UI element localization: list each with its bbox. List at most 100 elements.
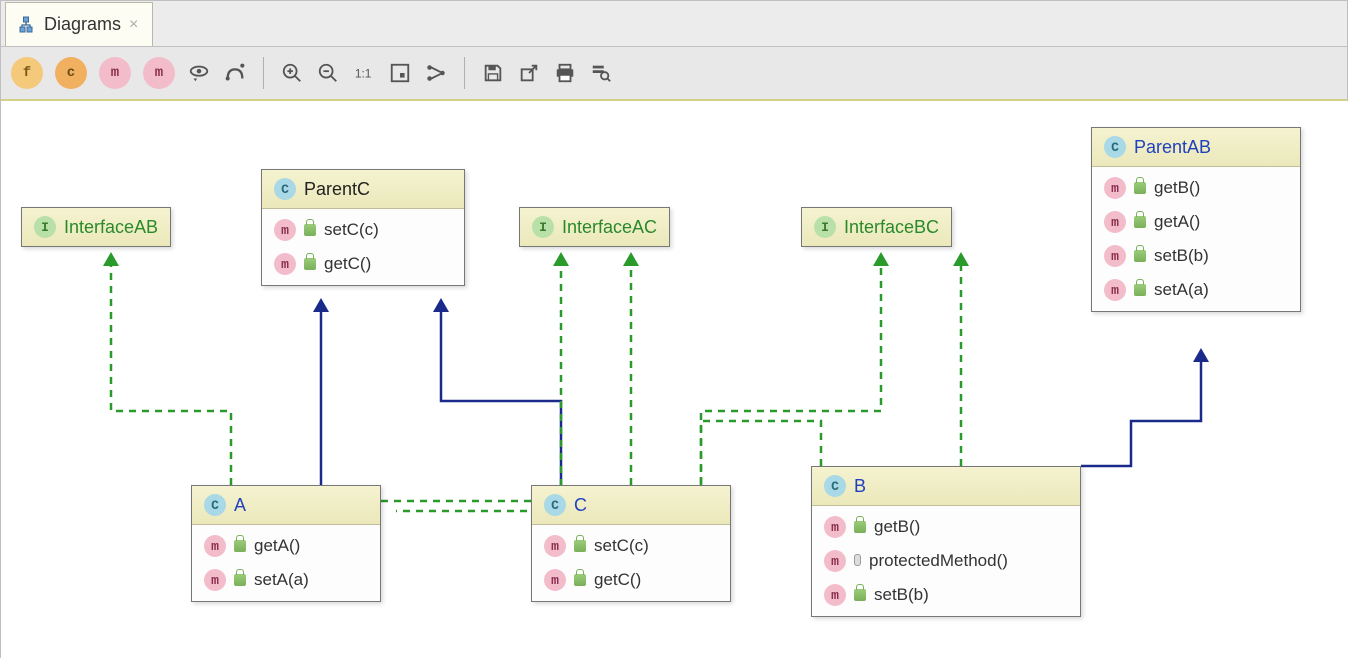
method-icon: m xyxy=(824,584,846,606)
interface-icon: I xyxy=(34,216,56,238)
method-icon: m xyxy=(274,219,296,241)
member-row: m setA(a) xyxy=(1092,273,1300,307)
member-row: m getB() xyxy=(812,510,1080,544)
public-icon xyxy=(574,574,586,586)
member-row: msetB(b) xyxy=(1092,239,1300,273)
member-row: m protectedMethod() xyxy=(812,544,1080,578)
node-title: InterfaceAC xyxy=(562,217,657,238)
node-interfaceac[interactable]: I InterfaceAC xyxy=(519,207,670,247)
member-label: getB() xyxy=(1154,178,1200,198)
method-icon: m xyxy=(274,253,296,275)
class-icon: C xyxy=(1104,136,1126,158)
method-icon: m xyxy=(824,550,846,572)
public-icon xyxy=(1134,182,1146,194)
save-icon[interactable] xyxy=(481,61,505,85)
actual-size-icon[interactable]: 1:1 xyxy=(352,61,376,85)
tab-label: Diagrams xyxy=(44,14,121,35)
member-label: getA() xyxy=(1154,212,1200,232)
zoom-out-icon[interactable] xyxy=(316,61,340,85)
member-label: getC() xyxy=(594,570,641,590)
member-label: setA(a) xyxy=(1154,280,1209,300)
class-icon: C xyxy=(274,178,296,200)
node-interfacebc[interactable]: I InterfaceBC xyxy=(801,207,952,247)
member-row: m setA(a) xyxy=(192,563,380,597)
tab-bar: Diagrams × xyxy=(1,1,1347,47)
member-label: setC(c) xyxy=(324,220,379,240)
public-icon xyxy=(234,540,246,552)
member-label: getC() xyxy=(324,254,371,274)
find-icon[interactable] xyxy=(589,61,613,85)
member-row: m getB() xyxy=(1092,171,1300,205)
visibility-icon[interactable] xyxy=(187,61,211,85)
method-icon: m xyxy=(204,569,226,591)
zoom-in-icon[interactable] xyxy=(280,61,304,85)
method-icon: m xyxy=(544,569,566,591)
member-label: getA() xyxy=(254,536,300,556)
method-icon: m xyxy=(1104,279,1126,301)
node-title: ParentC xyxy=(304,179,370,200)
class-icon: C xyxy=(204,494,226,516)
toolbar: f c m m 1:1 xyxy=(1,47,1347,101)
node-title: InterfaceAB xyxy=(64,217,158,238)
public-icon xyxy=(1134,284,1146,296)
member-row: m getC() xyxy=(262,247,464,281)
public-icon xyxy=(234,574,246,586)
node-parentab[interactable]: C ParentAB m getB() m getA() msetB(b) m set… xyxy=(1091,127,1301,312)
node-a[interactable]: C A m getA() m setA(a) xyxy=(191,485,381,602)
node-title: ParentAB xyxy=(1134,137,1211,158)
public-icon xyxy=(304,258,316,270)
route-icon[interactable] xyxy=(223,61,247,85)
method-icon: m xyxy=(1104,211,1126,233)
member-label: protectedMethod() xyxy=(869,551,1008,571)
public-icon xyxy=(854,521,866,533)
toolbar-separator xyxy=(263,57,264,89)
class-icon: C xyxy=(824,475,846,497)
node-parentc[interactable]: C ParentC m setC(c) m getC() xyxy=(261,169,465,286)
method-icon: m xyxy=(1104,245,1126,267)
public-icon xyxy=(574,540,586,552)
method-icon: m xyxy=(1104,177,1126,199)
method-icon: m xyxy=(544,535,566,557)
member-label: setC(c) xyxy=(594,536,649,556)
method-icon: m xyxy=(824,516,846,538)
properties-toggle[interactable]: m xyxy=(143,57,175,89)
member-row: m getA() xyxy=(192,529,380,563)
toolbar-separator xyxy=(464,57,465,89)
public-icon xyxy=(304,224,316,236)
public-icon xyxy=(854,589,866,601)
fit-content-icon[interactable] xyxy=(388,61,412,85)
member-label: getB() xyxy=(874,517,920,537)
member-row: m setC(c) xyxy=(262,213,464,247)
node-title: InterfaceBC xyxy=(844,217,939,238)
public-icon xyxy=(1134,216,1146,228)
member-row: m setB(b) xyxy=(812,578,1080,612)
node-interfaceab[interactable]: I InterfaceAB xyxy=(21,207,171,247)
public-icon xyxy=(1134,250,1146,262)
interface-icon: I xyxy=(814,216,836,238)
node-title: B xyxy=(854,476,866,497)
fields-toggle[interactable]: f xyxy=(11,57,43,89)
constructors-toggle[interactable]: c xyxy=(55,57,87,89)
node-b[interactable]: C B m getB() m protectedMethod() m setB(b) xyxy=(811,466,1081,617)
member-row: m setC(c) xyxy=(532,529,730,563)
node-c[interactable]: C C m setC(c) m getC() xyxy=(531,485,731,602)
diagram-tab-icon xyxy=(16,15,36,35)
layout-icon[interactable] xyxy=(424,61,448,85)
protected-icon xyxy=(854,554,861,566)
member-row: m getC() xyxy=(532,563,730,597)
node-title: C xyxy=(574,495,587,516)
member-label: setA(a) xyxy=(254,570,309,590)
diagram-canvas[interactable]: I InterfaceAB C ParentC m setC(c) m getC… xyxy=(1,101,1348,659)
svg-text:1:1: 1:1 xyxy=(355,67,372,81)
class-icon: C xyxy=(544,494,566,516)
methods-toggle[interactable]: m xyxy=(99,57,131,89)
member-label: setB(b) xyxy=(874,585,929,605)
method-icon: m xyxy=(204,535,226,557)
print-icon[interactable] xyxy=(553,61,577,85)
member-row: m getA() xyxy=(1092,205,1300,239)
node-title: A xyxy=(234,495,246,516)
interface-icon: I xyxy=(532,216,554,238)
export-icon[interactable] xyxy=(517,61,541,85)
close-icon[interactable]: × xyxy=(129,16,138,34)
tab-diagrams[interactable]: Diagrams × xyxy=(5,2,153,46)
